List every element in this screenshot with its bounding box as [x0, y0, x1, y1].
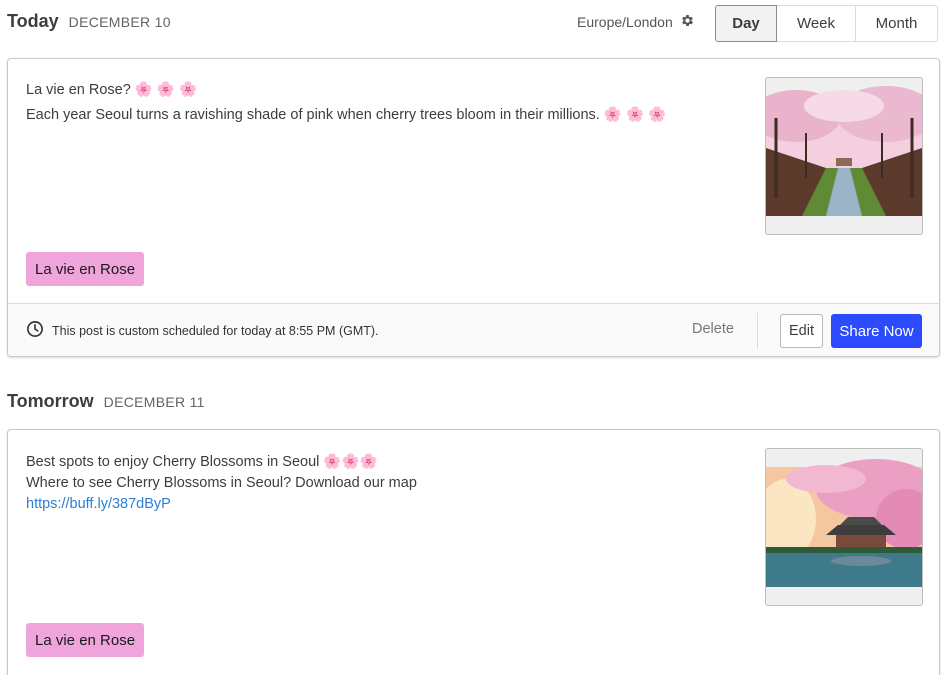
post-line-2: Where to see Cherry Blossoms in Seoul? D… [26, 475, 417, 491]
post-thumbnail[interactable] [765, 77, 923, 235]
campaign-tag[interactable]: La vie en Rose [26, 623, 145, 657]
view-day-button[interactable]: Day [715, 5, 777, 42]
schedule-text: This post is custom scheduled for today … [52, 323, 379, 338]
today-header: Today DECEMBER 10 [7, 11, 171, 32]
post-link[interactable]: https://buff.ly/387dByP [26, 494, 746, 515]
schedule-info: This post is custom scheduled for today … [26, 320, 379, 341]
post-thumbnail[interactable] [765, 448, 923, 606]
post-line-1: La vie en Rose? 🌸 🌸 🌸 [26, 82, 198, 98]
view-switcher: Day Week Month [715, 5, 938, 42]
edit-button[interactable]: Edit [780, 314, 823, 348]
palace-blossom-image [766, 449, 922, 605]
gear-icon[interactable] [680, 13, 695, 31]
today-date: DECEMBER 10 [68, 14, 171, 30]
post-text: Best spots to enjoy Cherry Blossoms in S… [26, 452, 746, 515]
cherry-blossom-image [766, 78, 922, 234]
post-text: La vie en Rose? 🌸 🌸 🌸 Each year Seoul tu… [26, 80, 746, 126]
timezone-label: Europe/London [577, 14, 673, 30]
timezone-selector[interactable]: Europe/London [577, 13, 695, 31]
clock-icon [26, 320, 44, 341]
post-card-tomorrow: Best spots to enjoy Cherry Blossoms in S… [7, 429, 940, 675]
post-line-2: Each year Seoul turns a ravishing shade … [26, 107, 667, 123]
tomorrow-date: DECEMBER 11 [103, 394, 205, 410]
post-footer: This post is custom scheduled for today … [8, 303, 939, 356]
delete-button[interactable]: Delete [692, 321, 734, 337]
view-month-button[interactable]: Month [856, 5, 938, 42]
post-line-1: Best spots to enjoy Cherry Blossoms in S… [26, 454, 378, 470]
today-title: Today [7, 11, 59, 31]
campaign-tag[interactable]: La vie en Rose [26, 252, 145, 286]
footer-divider [757, 313, 758, 349]
post-card-today: La vie en Rose? 🌸 🌸 🌸 Each year Seoul tu… [7, 58, 940, 357]
view-week-button[interactable]: Week [777, 5, 856, 42]
tomorrow-header: Tomorrow DECEMBER 11 [7, 391, 205, 412]
tomorrow-title: Tomorrow [7, 391, 94, 411]
share-now-button[interactable]: Share Now [831, 314, 922, 348]
